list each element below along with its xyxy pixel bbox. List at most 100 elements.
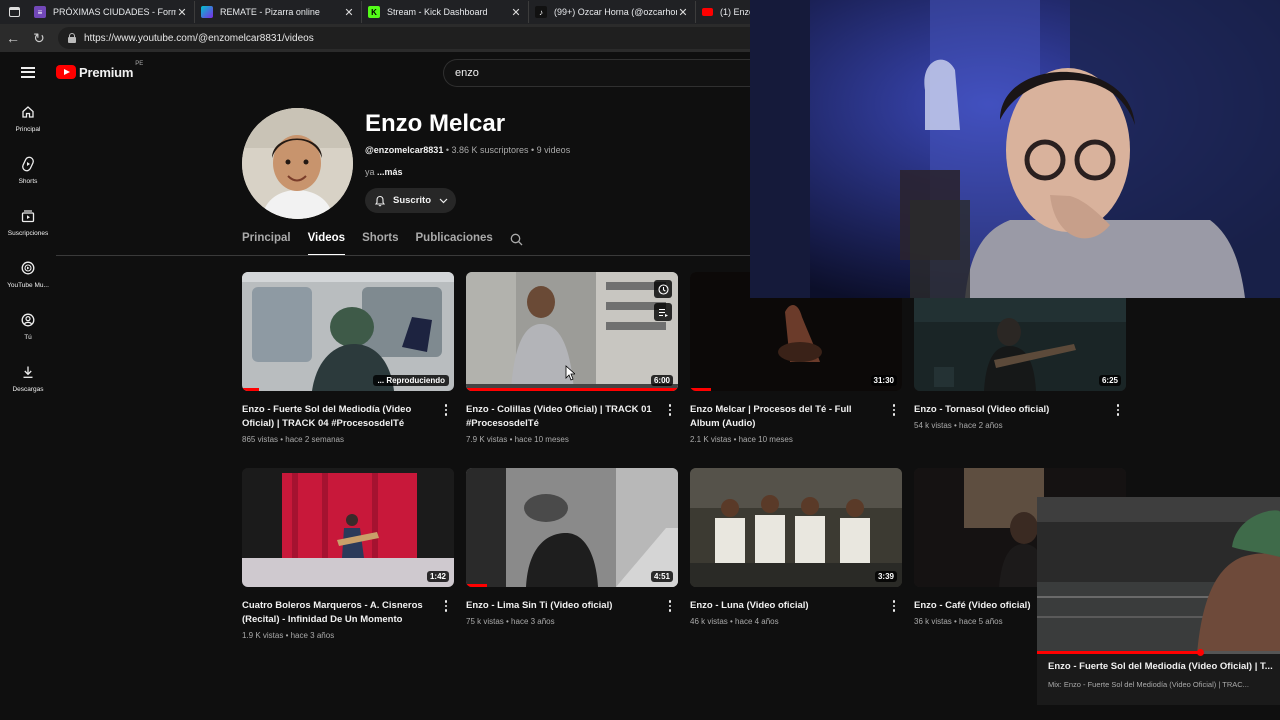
add-to-queue-icon[interactable]: [654, 303, 672, 321]
sidebar-label: YouTube Mu...: [7, 282, 49, 289]
browser-tab[interactable]: REMATE - Pizarra online ✕: [195, 1, 362, 23]
tabs-divider: [56, 255, 750, 256]
video-duration: 6:00: [650, 375, 673, 386]
video-title[interactable]: Enzo - Tornasol (Video oficial): [914, 403, 1126, 417]
video-thumbnail[interactable]: 1:42: [242, 468, 454, 587]
browser-tab[interactable]: ♪ (99+) Ozcar Horna (@ozcarhorna) ✕: [529, 1, 696, 23]
channel-meta: @enzomelcar8831 • 3.86 K suscriptores • …: [365, 145, 570, 155]
video-duration: 4:51: [650, 571, 673, 582]
back-arrow-icon[interactable]: ←: [0, 25, 26, 51]
tab-label: (1) Enzo: [720, 7, 750, 17]
more-options-icon[interactable]: [666, 599, 674, 613]
scrubber-handle[interactable]: [1196, 649, 1204, 656]
channel-handle: @enzomelcar8831: [365, 145, 444, 155]
youtube-premium-logo[interactable]: Premium PE: [56, 61, 143, 80]
url-field[interactable]: https://www.youtube.com/@enzomelcar8831/…: [58, 27, 760, 49]
video-title[interactable]: Enzo - Lima Sin Ti (Video oficial): [466, 599, 678, 613]
description-text: ya: [365, 167, 378, 177]
miniplayer-progress-bar[interactable]: [1037, 649, 1280, 656]
video-duration: 1:42: [426, 571, 449, 582]
now-playing-badge: ... Reproduciendo: [373, 375, 449, 386]
browser-tab[interactable]: ≡ PRÓXIMAS CIUDADES - Formulario ✕: [28, 1, 195, 23]
reload-icon[interactable]: ↻: [26, 25, 52, 51]
sidebar-item-youtube-music[interactable]: YouTube Mu...: [0, 248, 56, 300]
sidebar-item-downloads[interactable]: Descargas: [0, 352, 56, 404]
subscribed-button[interactable]: Suscrito: [365, 188, 456, 213]
tab-publicaciones[interactable]: Publicaciones: [416, 228, 493, 256]
avatar[interactable]: [242, 108, 353, 219]
tab-videos[interactable]: Videos: [307, 228, 346, 256]
youtube-music-icon: [19, 259, 37, 277]
more-options-icon[interactable]: [890, 403, 898, 417]
video-title[interactable]: Enzo - Fuerte Sol del Mediodía (Video Of…: [242, 403, 454, 431]
more-options-icon[interactable]: [1114, 403, 1122, 417]
channel-tabs: Principal Videos Shorts Publicaciones: [242, 228, 540, 256]
miniplayer-title[interactable]: Enzo - Fuerte Sol del Mediodía (Video Of…: [1048, 661, 1273, 672]
video-title[interactable]: Enzo Melcar | Procesos del Té - Full Alb…: [690, 403, 902, 431]
kick-icon: K: [368, 6, 380, 18]
tab-label: (99+) Ozcar Horna (@ozcarhorna): [554, 7, 677, 17]
sidebar-label: Descargas: [12, 386, 44, 393]
video-duration: 6:25: [1098, 375, 1121, 386]
sidebar-item-you[interactable]: Tú: [0, 300, 56, 352]
country-code: PE: [135, 60, 144, 67]
site-info-icon[interactable]: [66, 32, 78, 44]
watch-later-icon[interactable]: [654, 280, 672, 298]
url-text: https://www.youtube.com/@enzomelcar8831/…: [84, 32, 314, 44]
forms-icon: ≡: [34, 6, 46, 18]
tab-principal[interactable]: Principal: [242, 228, 291, 256]
sidebar-item-shorts[interactable]: Shorts: [0, 144, 56, 196]
video-meta: 54 k vistas • hace 2 años: [914, 421, 1003, 430]
sidebar-label: Principal: [15, 126, 41, 133]
video-thumbnail[interactable]: 4:51: [466, 468, 678, 587]
video-title[interactable]: Enzo - Luna (Video oficial): [690, 599, 902, 613]
video-title[interactable]: Enzo - Colillas (Video Oficial) | TRACK …: [466, 403, 678, 431]
video-thumbnail[interactable]: 3:39: [690, 468, 902, 587]
video-card[interactable]: 6:00 Enzo - Colillas (Video Oficial) | T…: [466, 272, 678, 444]
video-thumbnail[interactable]: ... Reproduciendo: [242, 272, 454, 391]
more-options-icon[interactable]: [442, 599, 450, 613]
video-title[interactable]: Cuatro Boleros Marqueros - A. Cisneros (…: [242, 599, 454, 627]
tab-shorts[interactable]: Shorts: [362, 228, 398, 256]
more-options-icon[interactable]: [666, 403, 674, 417]
close-icon[interactable]: ✕: [176, 6, 188, 19]
mouse-cursor: [565, 365, 575, 381]
more-link[interactable]: ...más: [377, 167, 403, 177]
close-icon[interactable]: ✕: [677, 6, 689, 19]
search-input[interactable]: enzo: [443, 59, 763, 87]
sidebar-item-subscriptions[interactable]: Suscripciones: [0, 196, 56, 248]
video-card[interactable]: 3:39 Enzo - Luna (Video oficial) 46 k vi…: [690, 468, 902, 626]
video-card[interactable]: 4:51 Enzo - Lima Sin Ti (Video oficial) …: [466, 468, 678, 626]
close-icon[interactable]: ✕: [343, 6, 355, 19]
video-card[interactable]: 1:42 Cuatro Boleros Marqueros - A. Cisne…: [242, 468, 454, 640]
watch-progress-bar: [242, 388, 259, 391]
miniplayer-video[interactable]: [1037, 497, 1280, 654]
video-card[interactable]: ... Reproduciendo Enzo - Fuerte Sol del …: [242, 272, 454, 444]
tab-label: Stream - Kick Dashboard: [387, 7, 488, 17]
close-icon[interactable]: ✕: [510, 6, 522, 19]
video-meta: 1.9 K vistas • hace 3 años: [242, 631, 335, 640]
channel-search-icon[interactable]: [510, 228, 523, 256]
youtube-play-icon: [56, 65, 76, 79]
chevron-down-icon: [439, 198, 448, 203]
channel-description[interactable]: ya ...más: [365, 167, 403, 177]
video-meta: 46 k vistas • hace 4 años: [690, 617, 779, 626]
miniplayer[interactable]: Enzo - Fuerte Sol del Mediodía (Video Of…: [1037, 497, 1280, 705]
more-options-icon[interactable]: [442, 403, 450, 417]
miniplayer-progress-fill: [1037, 651, 1200, 654]
watch-progress-bar: [690, 388, 712, 391]
shorts-icon: [19, 155, 37, 173]
sidebar-item-principal[interactable]: Principal: [0, 92, 56, 144]
browser-tab-active[interactable]: (1) Enzo: [696, 1, 756, 23]
sidebar-label: Shorts: [18, 178, 38, 185]
channel-name: Enzo Melcar: [365, 110, 506, 137]
more-options-icon[interactable]: [890, 599, 898, 613]
you-icon: [19, 311, 37, 329]
browser-tab[interactable]: K Stream - Kick Dashboard ✕: [362, 1, 529, 23]
tab-label: REMATE - Pizarra online: [220, 7, 320, 17]
watch-progress-bar: [466, 388, 678, 391]
download-icon: [19, 363, 37, 381]
window-menu-icon[interactable]: [0, 0, 28, 24]
menu-icon[interactable]: [0, 66, 56, 78]
bell-icon: [374, 195, 386, 206]
